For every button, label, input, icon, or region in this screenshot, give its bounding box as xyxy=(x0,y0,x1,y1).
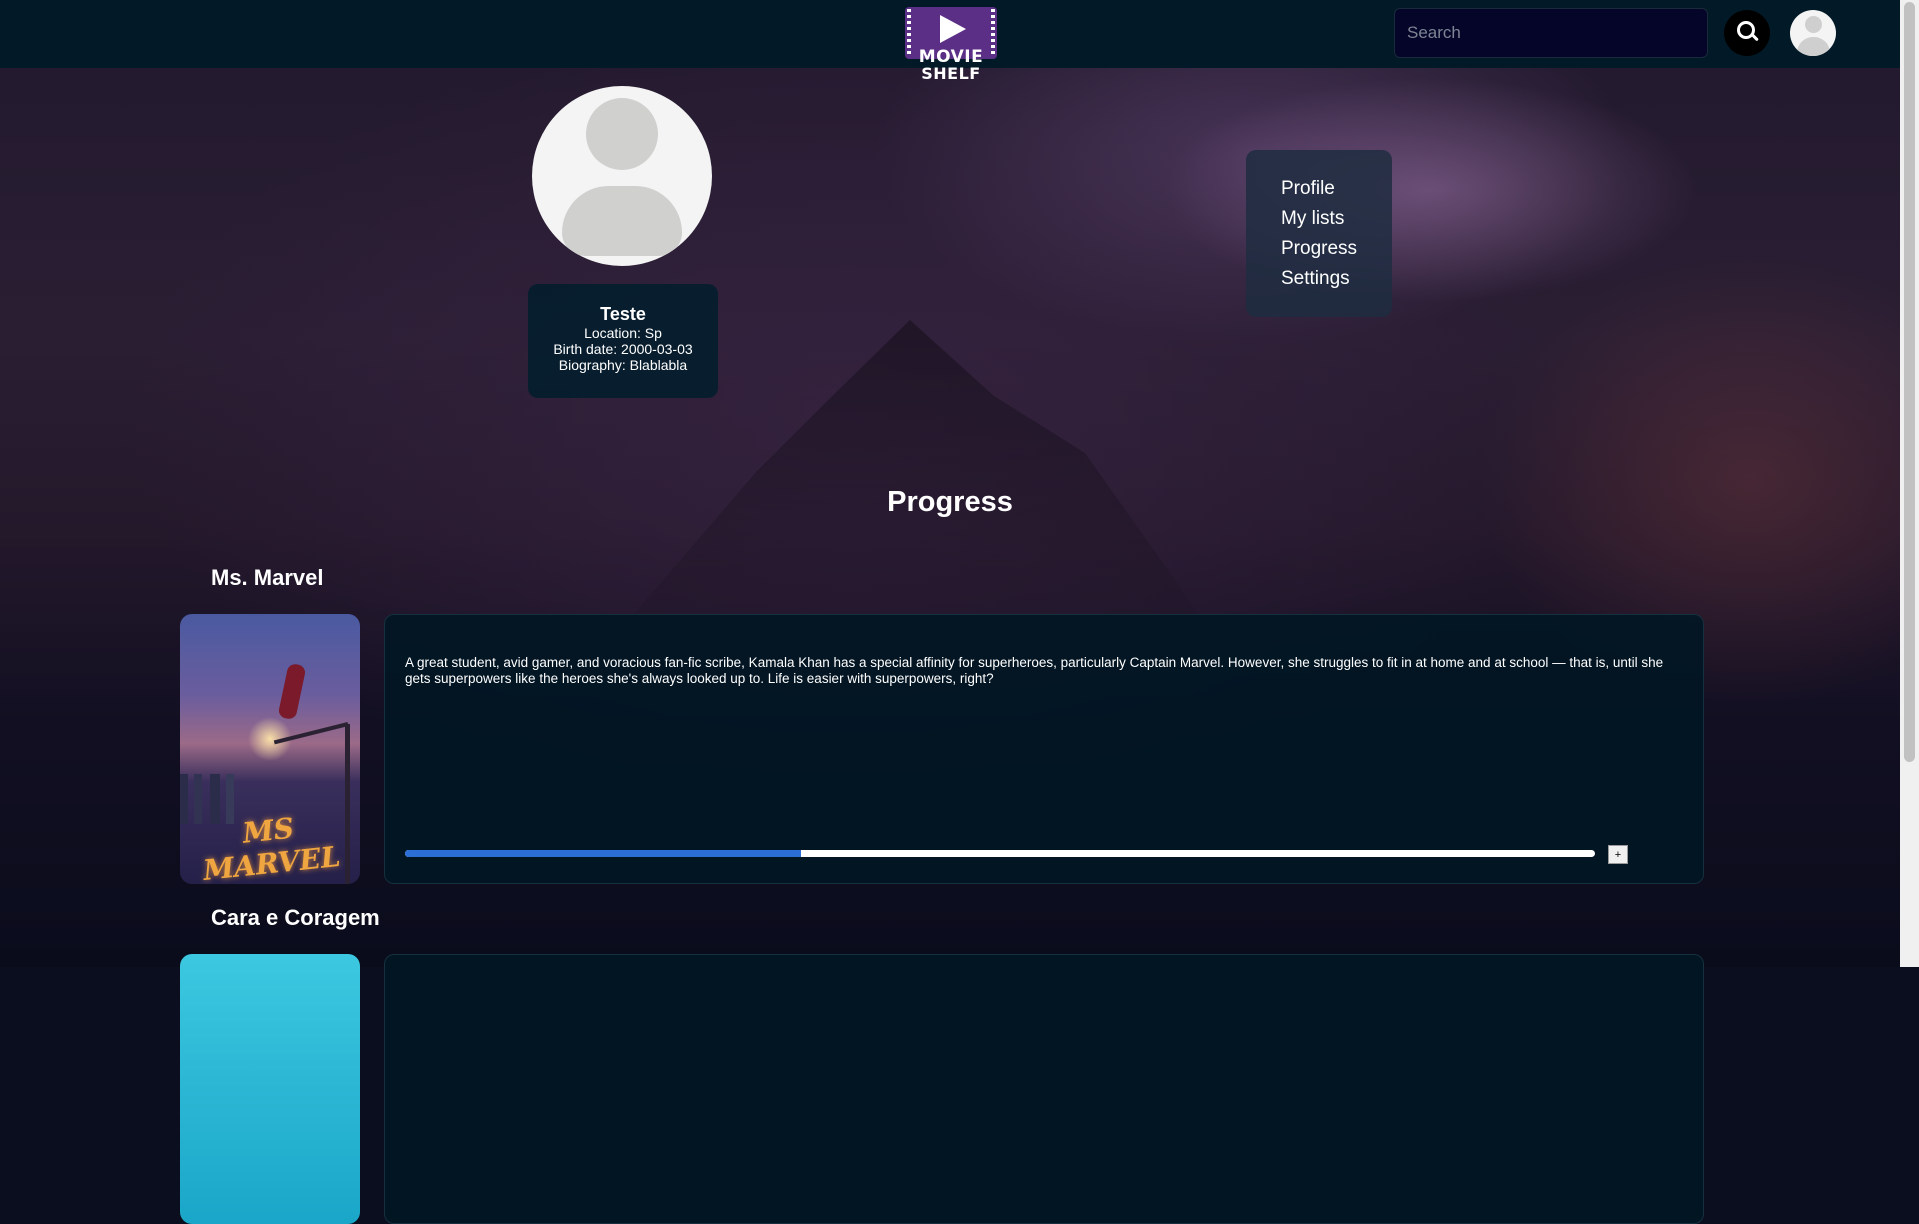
progress-bar-fill xyxy=(405,850,802,857)
show-description: A great student, avid gamer, and voracio… xyxy=(405,655,1664,686)
page-scrollbar[interactable] xyxy=(1900,0,1919,967)
profile-birth-date: Birth date: 2000-03-03 xyxy=(553,341,693,357)
page-title: Progress xyxy=(887,486,1013,518)
menu-item-settings[interactable]: Settings xyxy=(1281,264,1392,294)
show-title: Cara e Coragem xyxy=(211,905,380,930)
menu-item-profile[interactable]: Profile xyxy=(1281,174,1392,204)
search-button[interactable] xyxy=(1724,10,1770,56)
movie-shelf-logo[interactable]: MOVIE SHELF xyxy=(905,7,997,83)
show-poster[interactable] xyxy=(180,954,360,1224)
progress-bar xyxy=(405,850,1595,857)
show-progress-card xyxy=(384,954,1704,1224)
show-title: Ms. Marvel xyxy=(211,565,324,590)
profile-info-card: Teste Location: Sp Birth date: 2000-03-0… xyxy=(528,284,718,398)
profile-picture xyxy=(532,86,712,266)
logo-text-shelf: SHELF xyxy=(921,64,981,83)
menu-item-my-lists[interactable]: My lists xyxy=(1281,204,1392,234)
profile-name: Teste xyxy=(600,304,646,324)
show-progress-card: A great student, avid gamer, and voracio… xyxy=(384,614,1704,884)
show-poster[interactable]: MS MARVEL xyxy=(180,614,360,884)
top-navbar: MOVIE SHELF xyxy=(0,0,1900,83)
menu-item-progress[interactable]: Progress xyxy=(1281,234,1392,264)
increment-progress-button[interactable]: + xyxy=(1608,845,1628,864)
play-icon xyxy=(940,15,966,43)
scrollbar-thumb[interactable] xyxy=(1904,2,1915,762)
profile-biography: Biography: Blablabla xyxy=(558,357,688,373)
user-avatar-icon[interactable] xyxy=(1790,10,1836,56)
profile-location: Location: Sp xyxy=(584,325,662,341)
search-input[interactable] xyxy=(1394,8,1708,58)
profile-menu: Profile My lists Progress Settings xyxy=(1246,150,1392,317)
